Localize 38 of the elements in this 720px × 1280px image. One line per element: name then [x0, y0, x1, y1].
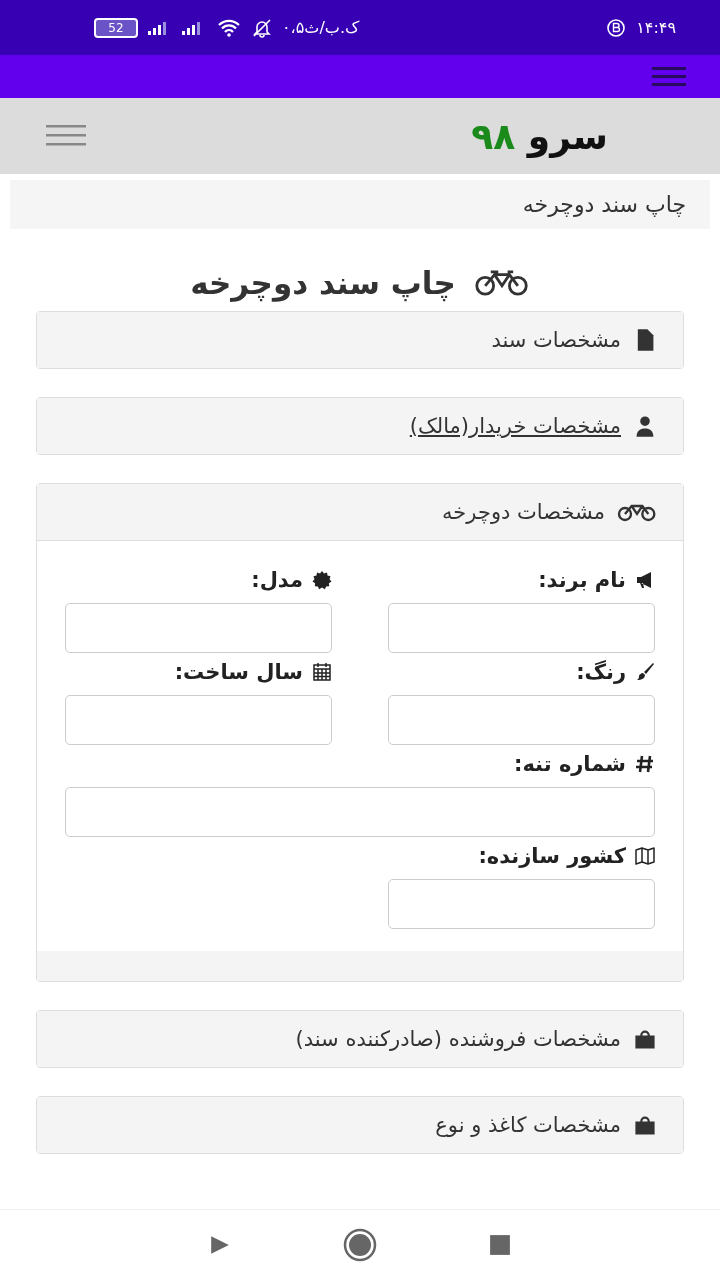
calendar-icon	[312, 662, 332, 682]
back-icon[interactable]	[209, 1234, 231, 1256]
site-logo[interactable]: سرو ۹۸	[471, 115, 608, 157]
badge-icon	[312, 570, 332, 590]
field-label: رنگ:	[576, 660, 626, 684]
page-title: چاپ سند دوچرخه	[190, 265, 456, 301]
field-label: کشور سازنده:	[478, 844, 626, 868]
panel-header[interactable]: مشخصات فروشنده (صادرکننده سند)	[37, 1011, 683, 1067]
recents-icon[interactable]	[489, 1234, 511, 1256]
wifi-icon	[216, 18, 242, 37]
hash-icon	[635, 754, 655, 774]
battery-icon: 52	[94, 17, 138, 38]
network-speed: ۰،۵ک.ب/ث	[282, 18, 360, 37]
clock: ۱۴:۴۹	[636, 18, 676, 37]
bicycle-icon	[617, 502, 657, 522]
breadcrumb-item[interactable]: چاپ سند دوچرخه	[522, 192, 686, 217]
input-field[interactable]	[388, 879, 655, 929]
chat-b-icon	[606, 17, 627, 38]
panel-header[interactable]: مشخصات کاغذ و نوع	[37, 1097, 683, 1153]
input-field[interactable]	[388, 695, 655, 745]
field-label: سال ساخت:	[174, 660, 303, 684]
field-label: شماره تنه:	[514, 752, 626, 776]
field-label: نام برند:	[538, 568, 626, 592]
map-icon	[635, 846, 655, 866]
panel-header[interactable]: مشخصات خریدار(مالک)	[37, 398, 683, 454]
input-field[interactable]	[65, 787, 655, 837]
menu-icon[interactable]	[46, 125, 86, 147]
field-label: مدل:	[251, 568, 303, 592]
input-field[interactable]	[65, 603, 332, 653]
muted-bell-icon	[252, 17, 272, 38]
bicycle-icon	[473, 269, 530, 297]
panel-header[interactable]: مشخصات سند	[37, 312, 683, 368]
input-field[interactable]	[388, 603, 655, 653]
panel-header[interactable]: مشخصات دوچرخه	[37, 484, 683, 541]
menu-icon[interactable]	[652, 65, 686, 88]
home-icon[interactable]	[343, 1228, 377, 1262]
brush-icon	[635, 662, 655, 682]
input-field[interactable]	[65, 695, 332, 745]
